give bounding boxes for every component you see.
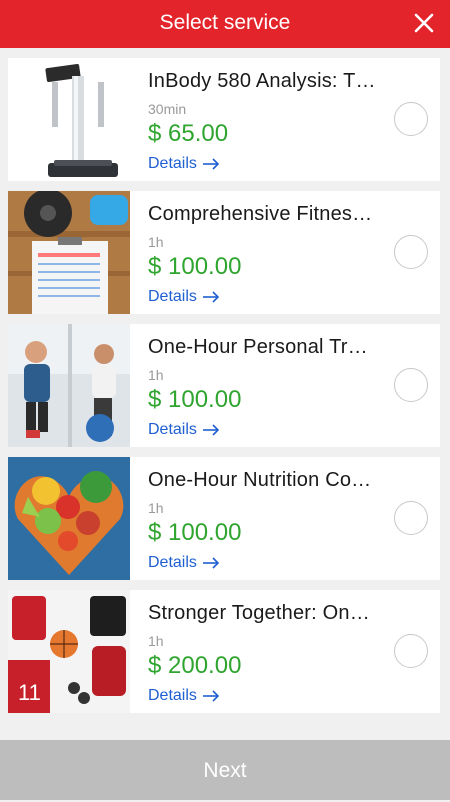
service-price: $ 100.00 <box>148 253 242 280</box>
service-price: $ 200.00 <box>148 652 242 679</box>
details-link[interactable]: Details <box>148 155 220 173</box>
service-image-body-scanner <box>8 58 130 181</box>
header-bar: Select service <box>0 0 450 48</box>
close-button[interactable] <box>408 7 440 39</box>
service-list: InBody 580 Analysis: T… 30min $ 65.00 De… <box>8 58 440 723</box>
details-label: Details <box>148 554 197 571</box>
details-label: Details <box>148 687 197 704</box>
service-duration: 1h <box>148 500 164 516</box>
service-title: Comprehensive Fitnes… <box>148 203 373 225</box>
arrow-right-icon <box>202 291 220 303</box>
details-link[interactable]: Details <box>148 554 220 572</box>
select-radio[interactable] <box>394 235 428 269</box>
arrow-right-icon <box>202 158 220 170</box>
service-image-personal-training <box>8 324 130 447</box>
next-button[interactable]: Next <box>0 740 450 800</box>
service-duration: 1h <box>148 367 164 383</box>
service-card[interactable]: InBody 580 Analysis: T… 30min $ 65.00 De… <box>8 58 440 181</box>
service-card[interactable]: One-Hour Nutrition Co… 1h $ 100.00 Detai… <box>8 457 440 580</box>
service-image-sports-gear: 11 <box>8 590 130 713</box>
service-card[interactable]: One-Hour Personal Tr… 1h $ 100.00 Detail… <box>8 324 440 447</box>
details-label: Details <box>148 421 197 438</box>
svg-text:11: 11 <box>18 680 41 705</box>
service-card[interactable]: Comprehensive Fitnes… 1h $ 100.00 Detail… <box>8 191 440 314</box>
select-radio[interactable] <box>394 634 428 668</box>
arrow-right-icon <box>202 690 220 702</box>
service-card[interactable]: 11 Stronger Together: On… 1h $ 200.00 De… <box>8 590 440 713</box>
service-duration: 1h <box>148 234 164 250</box>
service-image-nutrition <box>8 457 130 580</box>
service-price: $ 65.00 <box>148 120 229 147</box>
select-radio[interactable] <box>394 102 428 136</box>
details-label: Details <box>148 155 197 172</box>
service-title: Stronger Together: On… <box>148 602 370 624</box>
service-title: One-Hour Nutrition Co… <box>148 469 372 491</box>
service-image-fitness-assessment <box>8 191 130 314</box>
select-radio[interactable] <box>394 501 428 535</box>
page-title: Select service <box>159 11 291 34</box>
details-link[interactable]: Details <box>148 421 220 439</box>
arrow-right-icon <box>202 424 220 436</box>
details-link[interactable]: Details <box>148 288 220 306</box>
details-link[interactable]: Details <box>148 687 220 705</box>
service-title: InBody 580 Analysis: T… <box>148 70 376 92</box>
footer-bar: Next <box>0 740 450 800</box>
service-price: $ 100.00 <box>148 519 242 546</box>
close-icon <box>414 13 434 33</box>
service-title: One-Hour Personal Tr… <box>148 336 368 358</box>
details-label: Details <box>148 288 197 305</box>
arrow-right-icon <box>202 557 220 569</box>
service-duration: 30min <box>148 101 187 117</box>
service-duration: 1h <box>148 633 164 649</box>
service-price: $ 100.00 <box>148 386 242 413</box>
select-radio[interactable] <box>394 368 428 402</box>
